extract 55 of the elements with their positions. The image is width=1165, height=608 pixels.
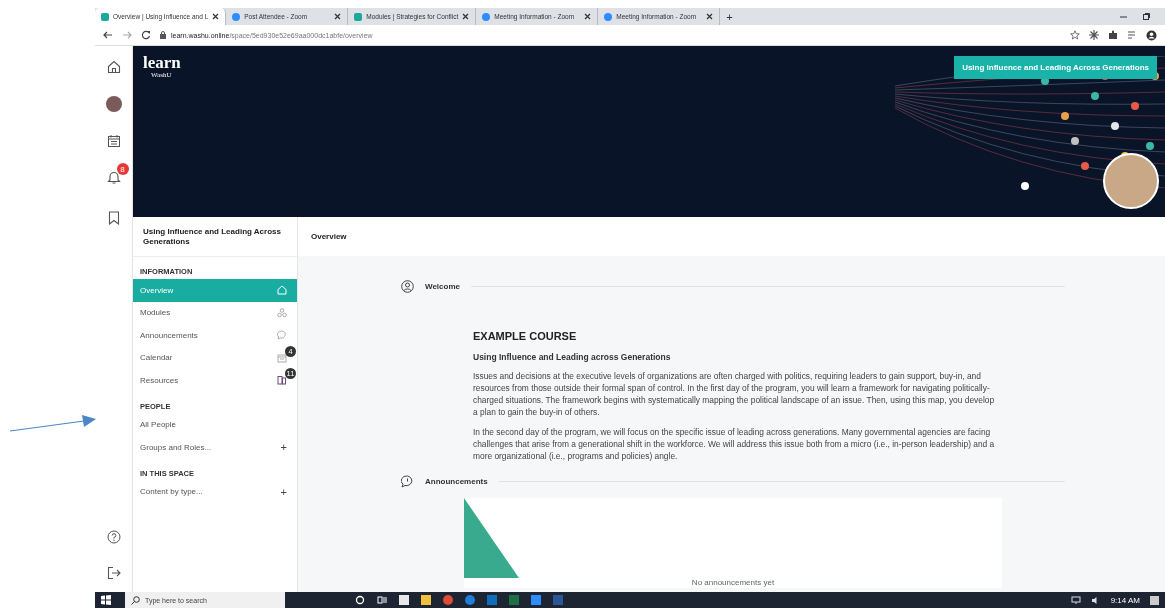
- bookmark-icon[interactable]: [107, 211, 120, 225]
- resources-icon: [277, 375, 287, 386]
- close-icon[interactable]: [584, 13, 592, 20]
- section-title: Announcements: [425, 477, 488, 486]
- close-icon[interactable]: [212, 13, 220, 20]
- calendar-icon: [277, 352, 287, 363]
- close-icon[interactable]: [334, 13, 342, 20]
- bell-icon[interactable]: [106, 170, 121, 185]
- description-paragraph: Issues and decisions at the executive levels of organizations are often charged with politics, requiring leaders to gain support, buy-in, and resources from those outside their formal span of control. In the first day of the program, you will learn a framework for navigating politically-charged situations. The framework begins with systematically mapping the political landscape of an issue. Then, using this map, you develop a plan to gain the buy-in of others.: [473, 370, 995, 418]
- add-button[interactable]: +: [280, 485, 287, 498]
- learn-logo-icon: [101, 12, 109, 21]
- logout-icon[interactable]: [106, 566, 121, 580]
- course-label: Using Influence and Leading Across Generations: [954, 56, 1157, 79]
- task-view-icon[interactable]: [377, 595, 387, 605]
- close-icon[interactable]: [706, 13, 714, 20]
- course-subtitle: Using Influence and Leading across Generations: [473, 352, 672, 362]
- modules-icon: [277, 307, 287, 318]
- sidebar-item[interactable]: All People: [133, 413, 297, 436]
- empty-message: No announcements yet: [691, 578, 775, 588]
- clock-time[interactable]: 9:14 AM: [1110, 595, 1140, 605]
- star-icon[interactable]: [1070, 30, 1080, 40]
- network-icon[interactable]: [1070, 595, 1081, 605]
- windows-start-icon[interactable]: [101, 595, 111, 605]
- course-heading: EXAMPLE COURSE: [473, 330, 578, 342]
- speech-bubble-icon: [277, 330, 287, 341]
- new-tab-button[interactable]: +: [720, 10, 739, 23]
- sidebar-item[interactable]: Groups and Roles... +: [133, 436, 297, 459]
- add-button[interactable]: +: [280, 441, 287, 454]
- learn-logo-icon: [354, 12, 363, 21]
- back-arrow-icon[interactable]: [103, 30, 113, 40]
- home-icon[interactable]: [106, 60, 121, 74]
- sidebar-item[interactable]: Modules: [133, 301, 297, 324]
- sidebar-item[interactable]: Content by type... +: [133, 480, 297, 503]
- person-circle-icon: [401, 280, 414, 293]
- calendar-icon[interactable]: [106, 134, 121, 148]
- instructor-avatar: [1103, 153, 1159, 209]
- description-paragraph: In the second day of the program, we will focus on the specific issue of leading across generations. Many governmental agencies are facing challenges that arise from a generational shift in the workforce. We will address this issue both from a micro (i.e., in-person leadership) and a more organizational (i.e., programs and policies) angle.: [473, 426, 995, 462]
- sidebar-item[interactable]: Announcements: [133, 324, 297, 347]
- close-icon[interactable]: [462, 13, 470, 20]
- notification-badge: 8: [116, 163, 129, 175]
- speech-bubble-icon: [401, 475, 414, 488]
- lock-icon: [160, 31, 166, 39]
- reload-icon[interactable]: [141, 30, 151, 40]
- course-title: Using Influence and Leading Across Generations: [143, 226, 282, 247]
- home-icon: [277, 285, 287, 296]
- learn-logo[interactable]: learn: [143, 54, 181, 71]
- page-title: Overview: [311, 232, 347, 241]
- search-icon: [131, 595, 140, 605]
- help-icon[interactable]: [106, 530, 121, 544]
- extension-icon[interactable]: [1089, 30, 1099, 40]
- restore-icon[interactable]: [1142, 12, 1151, 21]
- cortana-icon[interactable]: [355, 595, 365, 605]
- section-title: Welcome: [425, 282, 460, 291]
- profile-icon[interactable]: [1146, 29, 1157, 41]
- user-avatar[interactable]: [105, 96, 122, 112]
